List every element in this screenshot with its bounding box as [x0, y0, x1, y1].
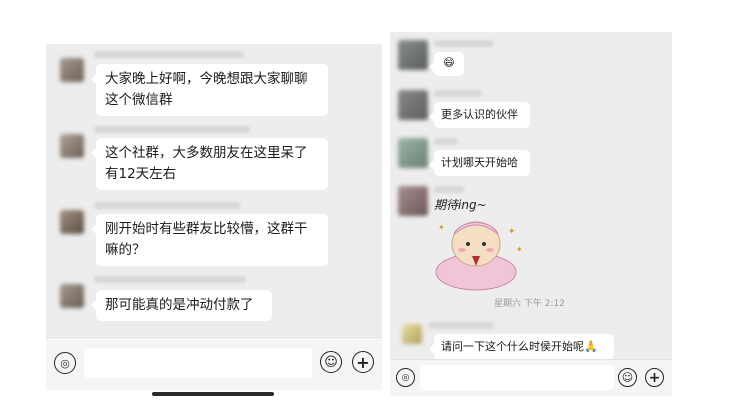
message-bubble[interactable]: 这个社群，大多数朋友在这里呆了 有12天左右: [91, 138, 328, 190]
timestamp: 星期六 下午 2:12: [494, 299, 565, 309]
plus-icon[interactable]: +: [352, 351, 374, 373]
right-chat-panel: 😄 更多认识的伙伴 计划哪天开始哈 期待ing~ ✦ ✦ ✦ 星期六 下午 2:…: [390, 32, 672, 396]
svg-text:✦: ✦: [516, 245, 523, 254]
emoji-icon[interactable]: ☺: [618, 368, 637, 387]
message-text: 大家晚上好啊，今晚想跟大家聊聊: [105, 71, 308, 87]
message-text: 😄: [443, 56, 455, 69]
svg-text:✦: ✦: [508, 227, 516, 237]
avatar[interactable]: [60, 284, 84, 308]
message-text: 那可能真的是冲动付款了: [105, 297, 254, 313]
sender-name-blurred: [94, 51, 244, 58]
message-text: 嘛的？: [105, 242, 146, 258]
avatar[interactable]: [60, 210, 84, 234]
plus-icon[interactable]: +: [645, 368, 664, 387]
message-bubble[interactable]: 那可能真的是冲动付款了: [91, 290, 272, 321]
avatar[interactable]: [398, 186, 428, 216]
sender-name-blurred: [94, 126, 250, 133]
sender-name-blurred: [94, 276, 246, 283]
sticker-image[interactable]: 期待ing~ ✦ ✦ ✦: [434, 196, 534, 292]
avatar[interactable]: [60, 134, 84, 158]
sticker-character-icon: ✦ ✦ ✦: [435, 221, 523, 291]
sticker-caption: 期待ing~: [434, 198, 487, 212]
message-text: 刚开始时有些群友比较懵，这群干: [105, 221, 308, 237]
message-text: 请问一下这个什么时侯开始呢🙏: [441, 340, 598, 353]
home-indicator: [152, 392, 274, 396]
sender-name-blurred: [434, 138, 458, 145]
message-input[interactable]: [420, 365, 614, 390]
svg-text:✦: ✦: [438, 223, 445, 232]
message-text: 这个微信群: [105, 92, 173, 108]
message-text: 更多认识的伙伴: [441, 108, 518, 121]
avatar[interactable]: [398, 138, 428, 168]
sender-name-blurred: [434, 90, 482, 97]
message-text: 这个社群，大多数朋友在这里呆了: [105, 145, 308, 161]
avatar[interactable]: [402, 324, 422, 344]
input-bar: ◎ ☺ +: [390, 359, 672, 396]
sender-name-blurred: [94, 202, 240, 209]
message-bubble[interactable]: 计划哪天开始哈: [429, 150, 530, 176]
message-text: 有12天左右: [105, 166, 177, 182]
left-chat-panel: 大家晚上好啊，今晚想跟大家聊聊 这个微信群 这个社群，大多数朋友在这里呆了 有1…: [46, 44, 382, 390]
voice-icon[interactable]: ◎: [396, 368, 415, 387]
sender-name-blurred: [434, 186, 464, 193]
voice-icon[interactable]: ◎: [54, 352, 76, 374]
message-bubble[interactable]: 更多认识的伙伴: [429, 102, 530, 128]
message-bubble[interactable]: 请问一下这个什么时侯开始呢🙏: [429, 334, 614, 360]
avatar[interactable]: [60, 58, 84, 82]
message-bubble[interactable]: 😄: [429, 52, 464, 76]
message-bubble[interactable]: 大家晚上好啊，今晚想跟大家聊聊 这个微信群: [91, 64, 328, 116]
avatar[interactable]: [398, 90, 428, 120]
sender-name-blurred: [428, 322, 494, 329]
input-bar: ◎ ☺ +: [46, 337, 382, 390]
message-text: 计划哪天开始哈: [441, 156, 518, 169]
sender-name-blurred: [434, 40, 494, 47]
message-input[interactable]: [84, 348, 312, 378]
avatar[interactable]: [398, 40, 428, 70]
emoji-icon[interactable]: ☺: [320, 351, 342, 373]
message-bubble[interactable]: 刚开始时有些群友比较懵，这群干 嘛的？: [91, 214, 328, 266]
